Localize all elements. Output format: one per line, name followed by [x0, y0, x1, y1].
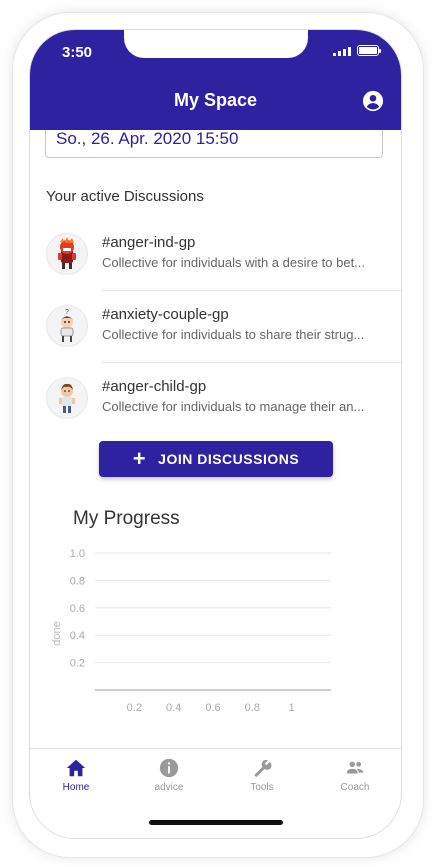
nav-item-coach[interactable]: Coach [315, 757, 395, 793]
status-time: 3:50 [62, 44, 93, 61]
page-title: My Space [173, 90, 258, 110]
date-field[interactable]: So., 26. Apr. 2020 15:50 [45, 130, 383, 158]
account-icon[interactable] [362, 90, 384, 112]
home-indicator [149, 820, 283, 825]
child-character-avatar [46, 377, 88, 419]
discussion-name: #anger-child-gp [102, 378, 207, 395]
section-title: Your active Discussions [46, 188, 204, 205]
x-tick-label: 0.2 [127, 702, 142, 714]
discussion-name: #anger-ind-gp [102, 234, 196, 251]
discussion-item[interactable]: #anger-child-gp Collective for individua… [30, 363, 401, 435]
angry-character-avatar [46, 233, 88, 275]
y-tick-label: 0.6 [70, 603, 85, 615]
join-discussions-label: JOIN DISCUSSIONS [158, 451, 300, 467]
nav-item-home[interactable]: Home [36, 757, 116, 793]
status-icons [333, 45, 381, 56]
battery-icon [357, 45, 381, 56]
svg-text:?: ? [65, 309, 69, 316]
app-bar: 3:50 My Space [30, 30, 401, 130]
plus-icon: + [132, 446, 147, 471]
x-tick-label: 1 [289, 702, 295, 714]
x-tick-label: 0.6 [205, 702, 220, 714]
nav-label-home: Home [62, 782, 90, 793]
nav-label-coach: Coach [340, 782, 370, 793]
y-tick-label: 0.2 [70, 658, 85, 670]
progress-title: My Progress [73, 508, 180, 529]
anxious-character-avatar: ? [46, 305, 88, 347]
x-tick-label: 0.8 [245, 702, 260, 714]
y-tick-label: 0.4 [70, 630, 85, 642]
signal-icon [333, 46, 351, 56]
nav-label-advice: advice [154, 782, 184, 793]
app-screen: 3:50 My Space So., 26. Apr. 2020 15:50 Y… [29, 29, 402, 839]
discussion-description: Collective for individuals to manage the… [102, 399, 365, 414]
y-tick-label: 0.8 [70, 575, 85, 587]
wrench-icon [254, 759, 272, 778]
main-content: So., 26. Apr. 2020 15:50 Your active Dis… [30, 130, 401, 748]
discussion-name: #anxiety-couple-gp [102, 306, 229, 323]
bottom-navigation: Home advice Tools Coach [30, 748, 401, 838]
home-icon [66, 759, 86, 777]
nav-item-advice[interactable]: advice [129, 757, 209, 793]
discussion-description: Collective for individuals with a desire… [102, 255, 366, 270]
progress-chart: 1.0 0.8 0.6 0.4 0.2 0.2 0.4 0.6 0.8 1 done [51, 548, 331, 714]
y-axis-label: done [51, 621, 63, 645]
people-icon [346, 761, 364, 774]
discussion-item[interactable]: ? #anxiety-couple-gp Collective for indi… [30, 291, 401, 363]
nav-item-tools[interactable]: Tools [222, 757, 302, 793]
device-notch [124, 30, 308, 58]
nav-label-tools: Tools [250, 782, 274, 793]
y-tick-label: 1.0 [70, 548, 85, 560]
info-icon [159, 758, 179, 778]
discussion-item[interactable]: #anger-ind-gp Collective for individuals… [30, 219, 401, 291]
x-tick-label: 0.4 [166, 702, 181, 714]
discussion-description: Collective for individuals to share thei… [102, 327, 365, 342]
join-discussions-button[interactable]: + JOIN DISCUSSIONS [99, 441, 333, 477]
